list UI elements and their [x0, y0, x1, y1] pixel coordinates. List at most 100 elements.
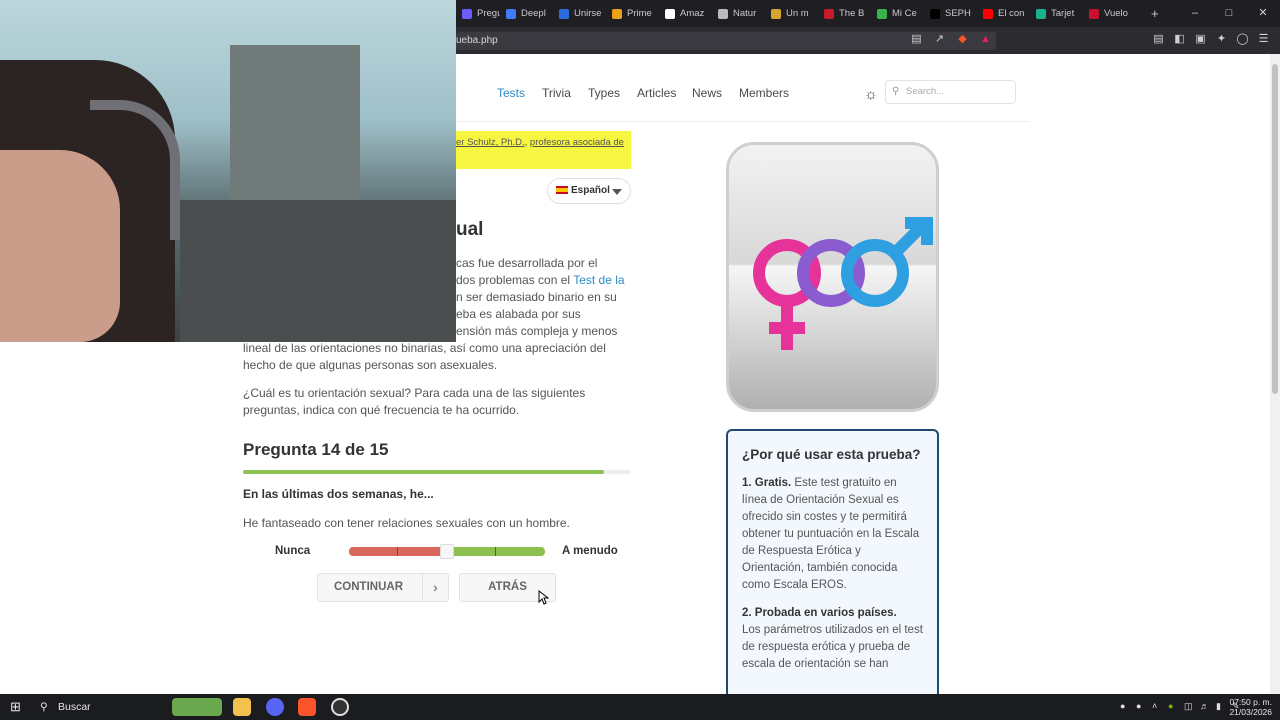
discord-tray-icon[interactable]: ●: [1136, 701, 1146, 711]
tab-favicon-icon: [665, 8, 675, 19]
author-link[interactable]: er Schulz, Ph.D.: [456, 137, 525, 148]
nav-articles[interactable]: Articles: [637, 86, 676, 100]
intro-line-2: dos problemas con el Test de la: [456, 273, 625, 287]
leo-icon[interactable]: ✦: [1215, 33, 1228, 46]
browser-tab[interactable]: Tarjet: [1030, 0, 1083, 27]
card-point-1: 1. Gratis. Este test gratuito en línea d…: [742, 475, 923, 594]
menu-icon[interactable]: ☰: [1257, 33, 1270, 46]
tab-search-icon[interactable]: ▤: [1152, 33, 1165, 46]
rewards-icon[interactable]: ▲: [979, 33, 992, 46]
search-placeholder: Search...: [906, 86, 945, 97]
chevron-up-icon[interactable]: ˄: [1152, 701, 1162, 711]
nav-members[interactable]: Members: [739, 86, 789, 100]
spain-flag-icon: [556, 186, 568, 194]
browser-tab[interactable]: SEPH: [924, 0, 977, 27]
window-controls: – □ ✕: [1178, 0, 1280, 27]
close-icon[interactable]: ✕: [1246, 0, 1280, 27]
sidebar-icon[interactable]: ◧: [1173, 33, 1186, 46]
test-link[interactable]: Test de la: [573, 273, 624, 287]
back-label: ATRÁS: [488, 581, 527, 593]
clock-time: 07:50 p. m.: [1229, 697, 1272, 707]
intro-line-5: ensión más compleja y menos: [456, 324, 618, 338]
share-icon[interactable]: ↗: [933, 33, 946, 46]
clock-date: 21/03/2026: [1229, 707, 1272, 717]
nav-trivia[interactable]: Trivia: [542, 86, 571, 100]
scale-max-label: A menudo: [562, 545, 618, 557]
card-title: ¿Por qué usar esta prueba?: [742, 447, 921, 462]
nav-tests[interactable]: Tests: [497, 86, 525, 100]
intro-line-7: hecho de que algunas personas son asexua…: [243, 358, 498, 372]
author-notice: er Schulz, Ph.D., profesora asociada de: [456, 131, 631, 169]
slider-green-segment: [452, 547, 545, 556]
nav-news[interactable]: News: [692, 86, 722, 100]
network-icon[interactable]: ◫: [1184, 701, 1194, 711]
theme-toggle-icon[interactable]: ☼: [864, 86, 878, 103]
windows-start-icon[interactable]: ⊞: [10, 697, 21, 717]
new-tab-button[interactable]: +: [1143, 6, 1167, 21]
file-explorer-icon[interactable]: [233, 698, 251, 716]
tab-favicon-icon: [1089, 8, 1099, 19]
role-link[interactable]: profesora asociada de: [530, 137, 624, 148]
tab-favicon-icon: [506, 8, 516, 19]
search-input[interactable]: ⚲ Search...: [885, 80, 1016, 104]
url-actions: ▤ ↗ ◆ ▲: [910, 33, 992, 46]
point-1-title: 1. Gratis.: [742, 477, 792, 489]
why-use-card: ¿Por qué usar esta prueba? 1. Gratis. Es…: [726, 429, 939, 709]
browser-tab[interactable]: Prime: [606, 0, 659, 27]
nvidia-icon[interactable]: ●: [1168, 701, 1178, 711]
language-select[interactable]: Español: [547, 178, 631, 204]
reader-icon[interactable]: ▤: [910, 33, 923, 46]
tab-favicon-icon: [462, 8, 472, 19]
browser-tab[interactable]: Un m: [765, 0, 818, 27]
mouse-cursor-icon: [538, 590, 549, 605]
discord-icon[interactable]: [266, 698, 284, 716]
card-point-2: 2. Probada en varios países. Los parámetr…: [742, 605, 923, 673]
tab-favicon-icon: [824, 8, 834, 19]
taskbar-clock[interactable]: 07:50 p. m. 21/03/2026: [1229, 697, 1272, 717]
vpn-icon[interactable]: ◯: [1236, 33, 1249, 46]
intro-line-1: cas fue desarrollada por el: [456, 256, 598, 270]
slider-tick: [495, 547, 496, 556]
tab-label: SEPH: [945, 8, 971, 19]
point-2-title: 2. Probada en varios países.: [742, 607, 897, 619]
browser-tab[interactable]: The B: [818, 0, 871, 27]
nav-types[interactable]: Types: [588, 86, 620, 100]
browser-tab[interactable]: El con: [977, 0, 1030, 27]
brave-shield-icon[interactable]: ◆: [956, 33, 969, 46]
slider-handle[interactable]: [440, 544, 454, 559]
widgets-icon[interactable]: [172, 698, 222, 716]
minimize-icon[interactable]: –: [1178, 0, 1212, 27]
language-label: Español: [571, 185, 610, 196]
browser-tab[interactable]: Pregu: [456, 0, 500, 27]
scale-min-label: Nunca: [275, 545, 311, 557]
brave-icon[interactable]: [298, 698, 316, 716]
tab-favicon-icon: [771, 8, 781, 19]
gender-symbol-icon: [753, 217, 933, 350]
battery-icon[interactable]: ▮: [1216, 701, 1226, 711]
browser-tab[interactable]: Vuelo: [1083, 0, 1136, 27]
windows-taskbar: ⊞ ⚲ Buscar ● ● ˄ ● ◫ ♬ ▮ ✎ 07:50 p. m. 2…: [0, 694, 1280, 720]
browser-tab[interactable]: Deepl: [500, 0, 553, 27]
toolbar-icons: ▤ ◧ ▣ ✦ ◯ ☰: [1152, 33, 1270, 46]
prompt-line-1: ¿Cuál es tu orientación sexual? Para cad…: [243, 386, 586, 400]
obs-icon[interactable]: [331, 698, 349, 716]
scroll-thumb[interactable]: [1272, 64, 1278, 394]
continue-button[interactable]: CONTINUAR ›: [317, 573, 449, 602]
tab-label: Un m: [786, 8, 809, 19]
steam-icon[interactable]: ●: [1120, 701, 1130, 711]
question-text: He fantaseado con tener relaciones sexua…: [243, 516, 570, 530]
webcam-chair: [180, 200, 456, 342]
browser-tab[interactable]: Unirse: [553, 0, 606, 27]
browser-tab[interactable]: Mi Ce: [871, 0, 924, 27]
wallet-icon[interactable]: ▣: [1194, 33, 1207, 46]
taskbar-search-icon[interactable]: ⚲: [40, 697, 48, 717]
taskbar-search-label[interactable]: Buscar: [58, 697, 91, 717]
maximize-icon[interactable]: □: [1212, 0, 1246, 27]
page-scrollbar[interactable]: [1270, 54, 1280, 694]
browser-tab[interactable]: Amaz: [659, 0, 712, 27]
slider-tick: [397, 547, 398, 556]
volume-icon[interactable]: ♬: [1200, 701, 1210, 711]
browser-tab[interactable]: Natur: [712, 0, 765, 27]
tab-label: The B: [839, 8, 865, 19]
tab-label: El con: [998, 8, 1025, 19]
